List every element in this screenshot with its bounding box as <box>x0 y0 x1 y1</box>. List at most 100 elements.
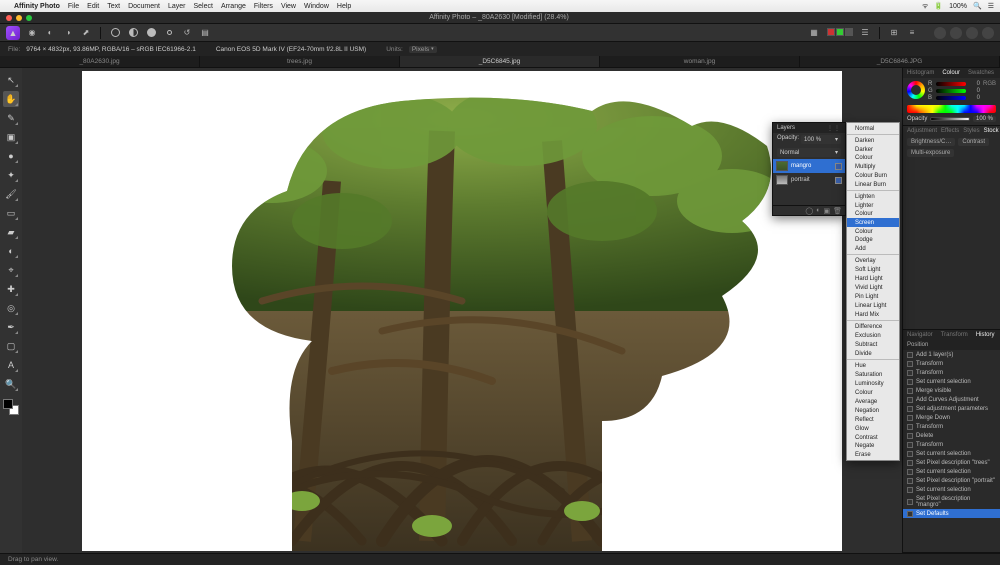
history-item[interactable]: Set current selection <box>903 485 1000 494</box>
blend-mode-option[interactable]: Hue <box>847 361 899 370</box>
history-item[interactable]: Transform <box>903 359 1000 368</box>
export-persona-button[interactable]: ⬈ <box>80 27 92 39</box>
blend-mode-option[interactable]: Pin Light <box>847 292 899 301</box>
prefs-button[interactable] <box>966 27 978 39</box>
menu-file[interactable]: File <box>68 3 79 10</box>
history-item[interactable]: Set Defaults <box>903 509 1000 518</box>
units-dropdown[interactable]: Pixels▾ <box>409 46 437 53</box>
blend-mode-option[interactable]: Linear Burn <box>847 180 899 189</box>
tab-adjustment[interactable]: Adjustment <box>907 128 937 134</box>
inpainting-tool[interactable]: ◎ <box>3 300 19 316</box>
account-button[interactable] <box>934 27 946 39</box>
stock-option[interactable]: Contrast <box>958 138 989 146</box>
spotlight-icon[interactable]: 🔍 <box>973 2 982 10</box>
blend-mode-option[interactable]: Divide <box>847 349 899 358</box>
history-item[interactable]: Transform <box>903 440 1000 449</box>
colour-slider[interactable] <box>936 96 966 100</box>
colour-picker-tool[interactable]: ✎ <box>3 110 19 126</box>
tab-transform[interactable]: Transform <box>937 330 972 340</box>
menu-view[interactable]: View <box>281 3 296 10</box>
blend-mode-option[interactable]: Difference <box>847 322 899 331</box>
app-menu[interactable]: Affinity Photo <box>14 3 60 10</box>
add-layer-icon[interactable]: ▣ <box>823 207 830 215</box>
auto-colours-button[interactable] <box>145 27 157 39</box>
layer-row[interactable]: mangro <box>773 159 845 173</box>
blend-mode-option[interactable]: Lighten <box>847 192 899 201</box>
menu-window[interactable]: Window <box>304 3 329 10</box>
history-item[interactable]: Set Pixel description "mangro" <box>903 494 1000 509</box>
move-tool[interactable]: ↖ <box>3 72 19 88</box>
slider-value[interactable]: 0 <box>968 95 980 101</box>
doc-tab[interactable]: _D5C6846.JPG <box>800 56 1000 67</box>
blend-mode-option[interactable]: Soft Light <box>847 265 899 274</box>
auto-levels-button[interactable] <box>109 27 121 39</box>
window-minimize-button[interactable] <box>16 15 22 21</box>
layers-panel[interactable]: Layers ⋮⋮ Opacity: 100 %▾ Normal▾ mangro… <box>772 122 846 216</box>
blend-mode-option[interactable]: Reflect <box>847 415 899 424</box>
colour-mode-label[interactable]: RGB <box>983 81 996 87</box>
snapping-buttons[interactable] <box>826 28 853 38</box>
dodge-tool[interactable]: ◐ <box>3 243 19 259</box>
battery-icon[interactable]: 🔋 <box>934 2 943 10</box>
menu-layer[interactable]: Layer <box>168 3 186 10</box>
auto-wb-button[interactable] <box>163 27 175 39</box>
blend-mode-option[interactable]: Exclusion <box>847 331 899 340</box>
help-button[interactable] <box>950 27 962 39</box>
history-item[interactable]: Merge visible <box>903 386 1000 395</box>
blend-mode-option[interactable]: Average <box>847 397 899 406</box>
history-item[interactable]: Transform <box>903 368 1000 377</box>
history-item[interactable]: Set adjustment parameters <box>903 404 1000 413</box>
history-item[interactable]: Delete <box>903 431 1000 440</box>
blend-mode-option[interactable]: Contrast Negate <box>847 433 899 450</box>
slider-value[interactable]: 0 <box>968 88 980 94</box>
selection-brush-tool[interactable]: ● <box>3 148 19 164</box>
menu-filters[interactable]: Filters <box>254 3 273 10</box>
doc-tab[interactable]: _D5C6845.jpg <box>400 56 600 67</box>
refine-icon[interactable]: ↺ <box>181 27 193 39</box>
history-item[interactable]: Add 1 layer(s) <box>903 350 1000 359</box>
menu-select[interactable]: Select <box>194 3 213 10</box>
liquify-persona-button[interactable]: ◉ <box>26 27 38 39</box>
add-adjustment-icon[interactable]: ◐ <box>816 207 820 214</box>
tab-navigator[interactable]: Navigator <box>903 330 937 340</box>
history-item[interactable]: Merge Down <box>903 413 1000 422</box>
history-item[interactable]: Set current selection <box>903 449 1000 458</box>
blend-mode-option[interactable]: Erase <box>847 450 899 459</box>
blend-mode-dropdown[interactable]: Normal▾ <box>777 148 841 157</box>
stock-option[interactable]: Brightness/C… <box>907 138 955 146</box>
tab-effects[interactable]: Effects <box>941 128 959 134</box>
layer-opacity-dropdown[interactable]: 100 %▾ <box>801 135 841 144</box>
photo-persona-button[interactable]: ▲ <box>6 26 20 40</box>
sync-button[interactable] <box>982 27 994 39</box>
blend-mode-option[interactable]: Glow <box>847 424 899 433</box>
pen-tool[interactable]: ✒ <box>3 319 19 335</box>
menu-help[interactable]: Help <box>337 3 351 10</box>
doc-tab[interactable]: trees.jpg <box>200 56 400 67</box>
align-icon[interactable]: ≡ <box>906 27 918 39</box>
blend-mode-option[interactable]: Add <box>847 244 899 253</box>
history-item[interactable]: Add Curves Adjustment <box>903 395 1000 404</box>
history-item[interactable]: Transform <box>903 422 1000 431</box>
opacity-slider[interactable] <box>930 117 970 121</box>
blend-mode-option[interactable]: Luminosity <box>847 379 899 388</box>
quick-mask-button[interactable]: ▦ <box>808 27 820 39</box>
menu-arrange[interactable]: Arrange <box>221 3 246 10</box>
blend-mode-option[interactable]: Darken <box>847 136 899 145</box>
history-item[interactable]: Set Pixel description "trees" <box>903 458 1000 467</box>
tab-histogram[interactable]: Histogram <box>903 68 938 78</box>
add-mask-icon[interactable]: ◯ <box>805 207 813 215</box>
blend-mode-option[interactable]: Saturation <box>847 370 899 379</box>
assistant-button[interactable]: ☰ <box>859 27 871 39</box>
opacity-value[interactable]: 100 % <box>973 116 996 122</box>
window-close-button[interactable] <box>6 15 12 21</box>
colour-slider[interactable] <box>936 89 966 93</box>
blend-mode-option[interactable]: Subtract <box>847 340 899 349</box>
blend-mode-option[interactable]: Overlay <box>847 256 899 265</box>
layer-row[interactable]: portrait <box>773 173 845 187</box>
slider-value[interactable]: 0 <box>968 81 980 87</box>
blend-mode-option[interactable]: Hard Light <box>847 274 899 283</box>
levels-icon[interactable]: ▤ <box>199 27 211 39</box>
blend-mode-option[interactable]: Lighter Colour <box>847 201 899 218</box>
colour-spectrum[interactable] <box>907 105 996 113</box>
blend-mode-option[interactable]: Negation <box>847 406 899 415</box>
